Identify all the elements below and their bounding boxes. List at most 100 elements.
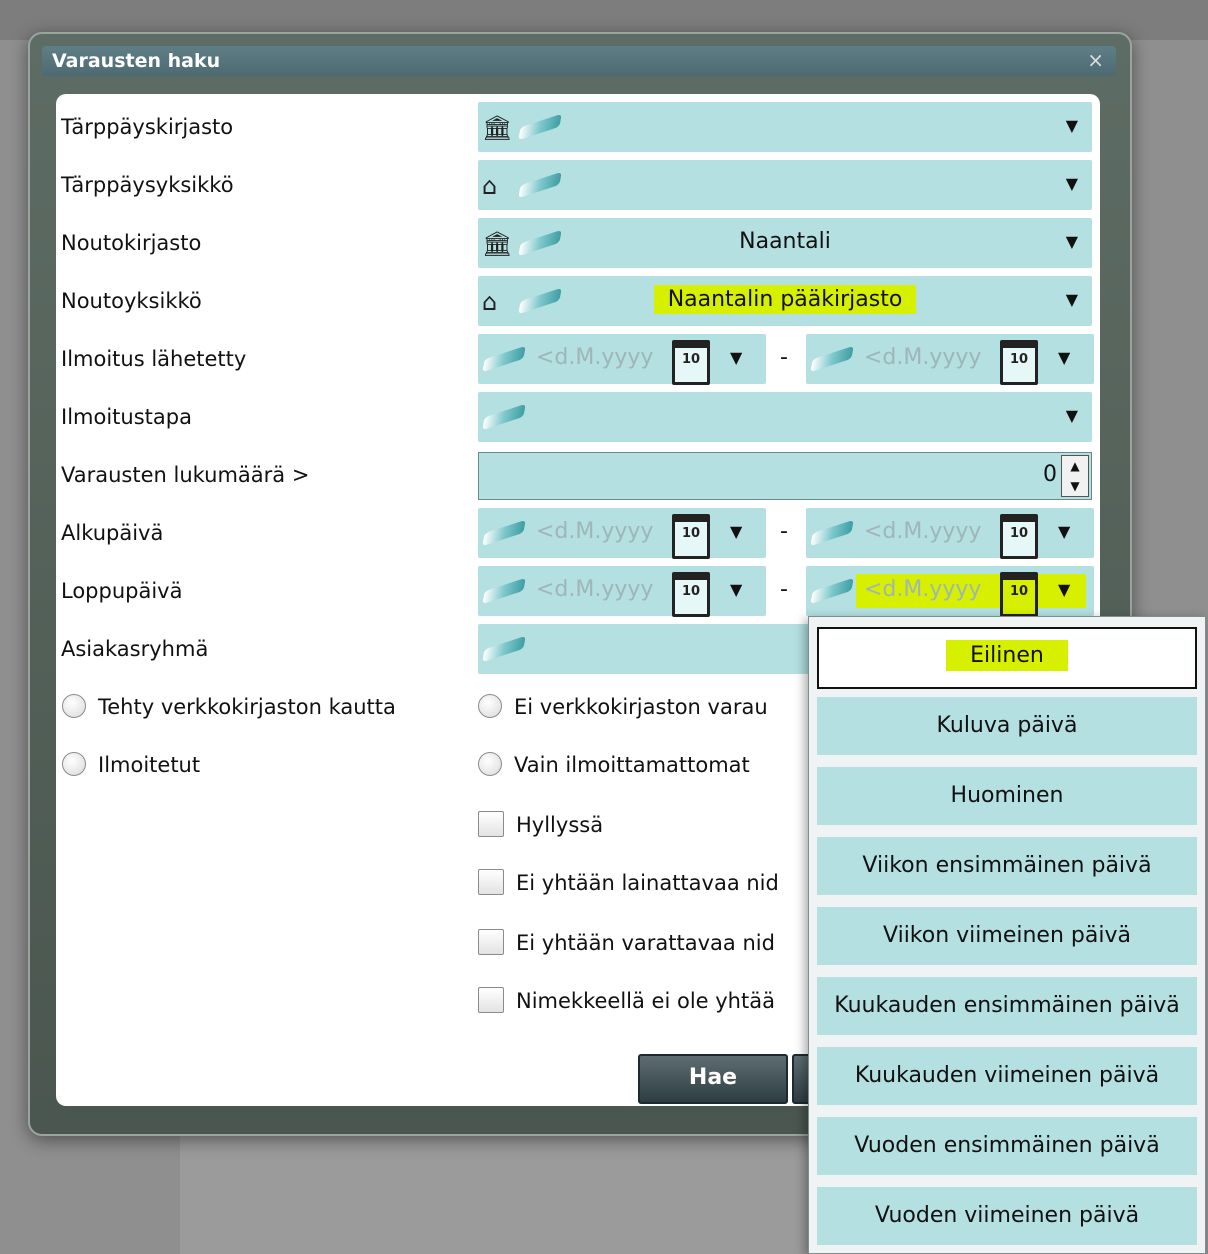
select-noutoyksikko[interactable]: ⌂ Naantalin pääkirjasto ▼ — [478, 276, 1092, 326]
date-alku-to[interactable]: <d.M.yyyy 10 ▼ — [806, 508, 1094, 559]
calendar-icon[interactable]: 10 — [1000, 340, 1038, 385]
menu-item-vuoden-ensimmainen[interactable]: Vuoden ensimmäinen päivä — [817, 1117, 1197, 1175]
select-value: Naantalin pääkirjasto — [478, 285, 1092, 314]
checkbox-lainattava[interactable]: Ei yhtään lainattavaa nid — [478, 868, 779, 898]
radio-ilmoitetut[interactable]: Ilmoitetut — [62, 750, 200, 780]
dropdown-arrow-icon[interactable]: ▼ — [1058, 348, 1070, 367]
dropdown-arrow-icon[interactable]: ▼ — [1058, 580, 1070, 599]
label-tarppaysyksikko: Tärppäysyksikkö — [61, 173, 234, 197]
checkbox-hyllyssa[interactable]: Hyllyssä — [478, 810, 603, 840]
radio-label: Ei verkkokirjaston varau — [514, 695, 768, 719]
menu-item-huominen[interactable]: Huominen — [817, 767, 1197, 825]
spinner-up-icon[interactable]: ▲ — [1062, 456, 1088, 476]
calendar-icon[interactable]: 10 — [672, 572, 710, 617]
checkbox-icon[interactable] — [478, 811, 504, 837]
label-varausten-lukumaara: Varausten lukumäärä > — [61, 463, 310, 487]
label-tarppayskirjasto: Tärppäyskirjasto — [61, 115, 234, 139]
eraser-icon[interactable] — [810, 345, 854, 373]
label-alkupaiva: Alkupäivä — [61, 521, 164, 545]
library-building-icon: 🏛︎ — [482, 114, 513, 142]
menu-item-vuoden-viimeinen[interactable]: Vuoden viimeinen päivä — [817, 1187, 1197, 1245]
eraser-icon[interactable] — [810, 519, 854, 547]
eraser-icon[interactable] — [518, 113, 562, 141]
select-noutokirjasto[interactable]: 🏛︎ Naantali ▼ — [478, 218, 1092, 268]
dialog-title: Varausten haku — [52, 50, 221, 72]
label-noutokirjasto: Noutokirjasto — [61, 231, 202, 255]
radio-label: Ilmoitetut — [98, 753, 201, 777]
hae-button[interactable]: Hae — [638, 1054, 788, 1104]
date-alku-from[interactable]: <d.M.yyyy 10 ▼ — [478, 508, 766, 559]
spinner[interactable]: ▲ ▼ — [1061, 455, 1089, 497]
radio-verkkokirjasto[interactable]: Tehty verkkokirjaston kautta — [62, 692, 396, 722]
radio-button-icon[interactable] — [478, 752, 502, 776]
close-icon[interactable]: × — [1087, 48, 1104, 72]
menu-item-kuukauden-viimeinen[interactable]: Kuukauden viimeinen päivä — [817, 1047, 1197, 1105]
menu-item-kuluva-paiva[interactable]: Kuluva päivä — [817, 697, 1197, 755]
date-loppu-from[interactable]: <d.M.yyyy 10 ▼ — [478, 566, 766, 617]
eraser-icon[interactable] — [518, 171, 562, 199]
date-placeholder: <d.M.yyyy — [536, 345, 654, 370]
dropdown-arrow-icon[interactable]: ▼ — [1066, 116, 1078, 135]
date-placeholder[interactable]: <d.M.yyyy — [864, 577, 982, 602]
date-placeholder: <d.M.yyyy — [536, 519, 654, 544]
eraser-icon[interactable] — [482, 519, 526, 547]
menu-item-kuukauden-ensimmainen[interactable]: Kuukauden ensimmäinen päivä — [817, 977, 1197, 1035]
calendar-icon[interactable]: 10 — [672, 514, 710, 559]
eraser-icon[interactable] — [482, 577, 526, 605]
dropdown-arrow-icon[interactable]: ▼ — [730, 522, 742, 541]
select-value: Naantali — [739, 229, 831, 254]
dropdown-arrow-icon[interactable]: ▼ — [1066, 290, 1078, 309]
date-placeholder: <d.M.yyyy — [864, 519, 982, 544]
menu-item-viikon-ensimmainen[interactable]: Viikon ensimmäinen päivä — [817, 837, 1197, 895]
radio-vain-ilmoittamattomat[interactable]: Vain ilmoittamattomat — [478, 750, 750, 780]
eraser-icon[interactable] — [482, 403, 526, 431]
label-noutoyksikko: Noutoyksikkö — [61, 289, 202, 313]
checkbox-icon[interactable] — [478, 869, 504, 895]
dropdown-arrow-icon[interactable]: ▼ — [730, 580, 742, 599]
radio-label: Vain ilmoittamattomat — [514, 753, 750, 777]
calendar-icon[interactable]: 10 — [1000, 514, 1038, 559]
checkbox-nimekkeella[interactable]: Nimekkeellä ei ole yhtää — [478, 986, 775, 1016]
eraser-icon[interactable] — [810, 577, 854, 605]
date-separator: - — [780, 345, 788, 370]
select-tarppaysyksikko[interactable]: ⌂ ▼ — [478, 160, 1092, 210]
dropdown-arrow-icon[interactable]: ▼ — [1066, 174, 1078, 193]
date-placeholder: <d.M.yyyy — [536, 577, 654, 602]
radio-button-icon[interactable] — [62, 694, 86, 718]
dropdown-arrow-icon[interactable]: ▼ — [1058, 522, 1070, 541]
date-ilmoitus-to[interactable]: <d.M.yyyy 10 ▼ — [806, 334, 1094, 385]
date-ilmoitus-from[interactable]: <d.M.yyyy 10 ▼ — [478, 334, 766, 385]
menu-item-eilinen[interactable]: Eilinen — [817, 627, 1197, 689]
house-icon: ⌂ — [482, 172, 498, 200]
label-ilmoitus-lahetetty: Ilmoitus lähetetty — [61, 347, 247, 371]
spinner-down-icon[interactable]: ▼ — [1062, 476, 1088, 496]
dropdown-arrow-icon[interactable]: ▼ — [730, 348, 742, 367]
checkbox-icon[interactable] — [478, 987, 504, 1013]
menu-item-viikon-viimeinen[interactable]: Viikon viimeinen päivä — [817, 907, 1197, 965]
dialog-titlebar[interactable]: Varausten haku × — [42, 46, 1116, 76]
checkbox-label: Ei yhtään varattavaa nid — [516, 931, 775, 955]
select-tarppayskirjasto[interactable]: 🏛︎ ▼ — [478, 102, 1092, 152]
radio-button-icon[interactable] — [62, 752, 86, 776]
calendar-icon[interactable]: 10 — [672, 340, 710, 385]
dropdown-arrow-icon[interactable]: ▼ — [1066, 406, 1078, 425]
checkbox-label: Nimekkeellä ei ole yhtää — [516, 989, 775, 1013]
checkbox-label: Hyllyssä — [516, 813, 604, 837]
date-shortcut-menu: Eilinen Kuluva päivä Huominen Viikon ens… — [808, 616, 1206, 1254]
checkbox-varattava[interactable]: Ei yhtään varattavaa nid — [478, 928, 775, 958]
radio-button-icon[interactable] — [478, 694, 502, 718]
eraser-icon[interactable] — [482, 635, 526, 663]
date-placeholder: <d.M.yyyy — [864, 345, 982, 370]
select-ilmoitustapa[interactable]: ▼ — [478, 392, 1092, 442]
number-varausten-lukumaara[interactable]: 0 ▲ ▼ — [478, 452, 1092, 500]
radio-ei-verkkokirjasto[interactable]: Ei verkkokirjaston varau — [478, 692, 768, 722]
label-loppupaiva: Loppupäivä — [61, 579, 183, 603]
checkbox-icon[interactable] — [478, 929, 504, 955]
date-separator: - — [780, 519, 788, 544]
dropdown-arrow-icon[interactable]: ▼ — [1066, 232, 1078, 251]
label-asiakasryhma: Asiakasryhmä — [61, 637, 209, 661]
eraser-icon[interactable] — [482, 345, 526, 373]
number-value: 0 — [1043, 462, 1057, 487]
date-loppu-to[interactable]: <d.M.yyyy 10 ▼ — [806, 566, 1094, 617]
calendar-icon[interactable]: 10 — [1000, 572, 1038, 617]
